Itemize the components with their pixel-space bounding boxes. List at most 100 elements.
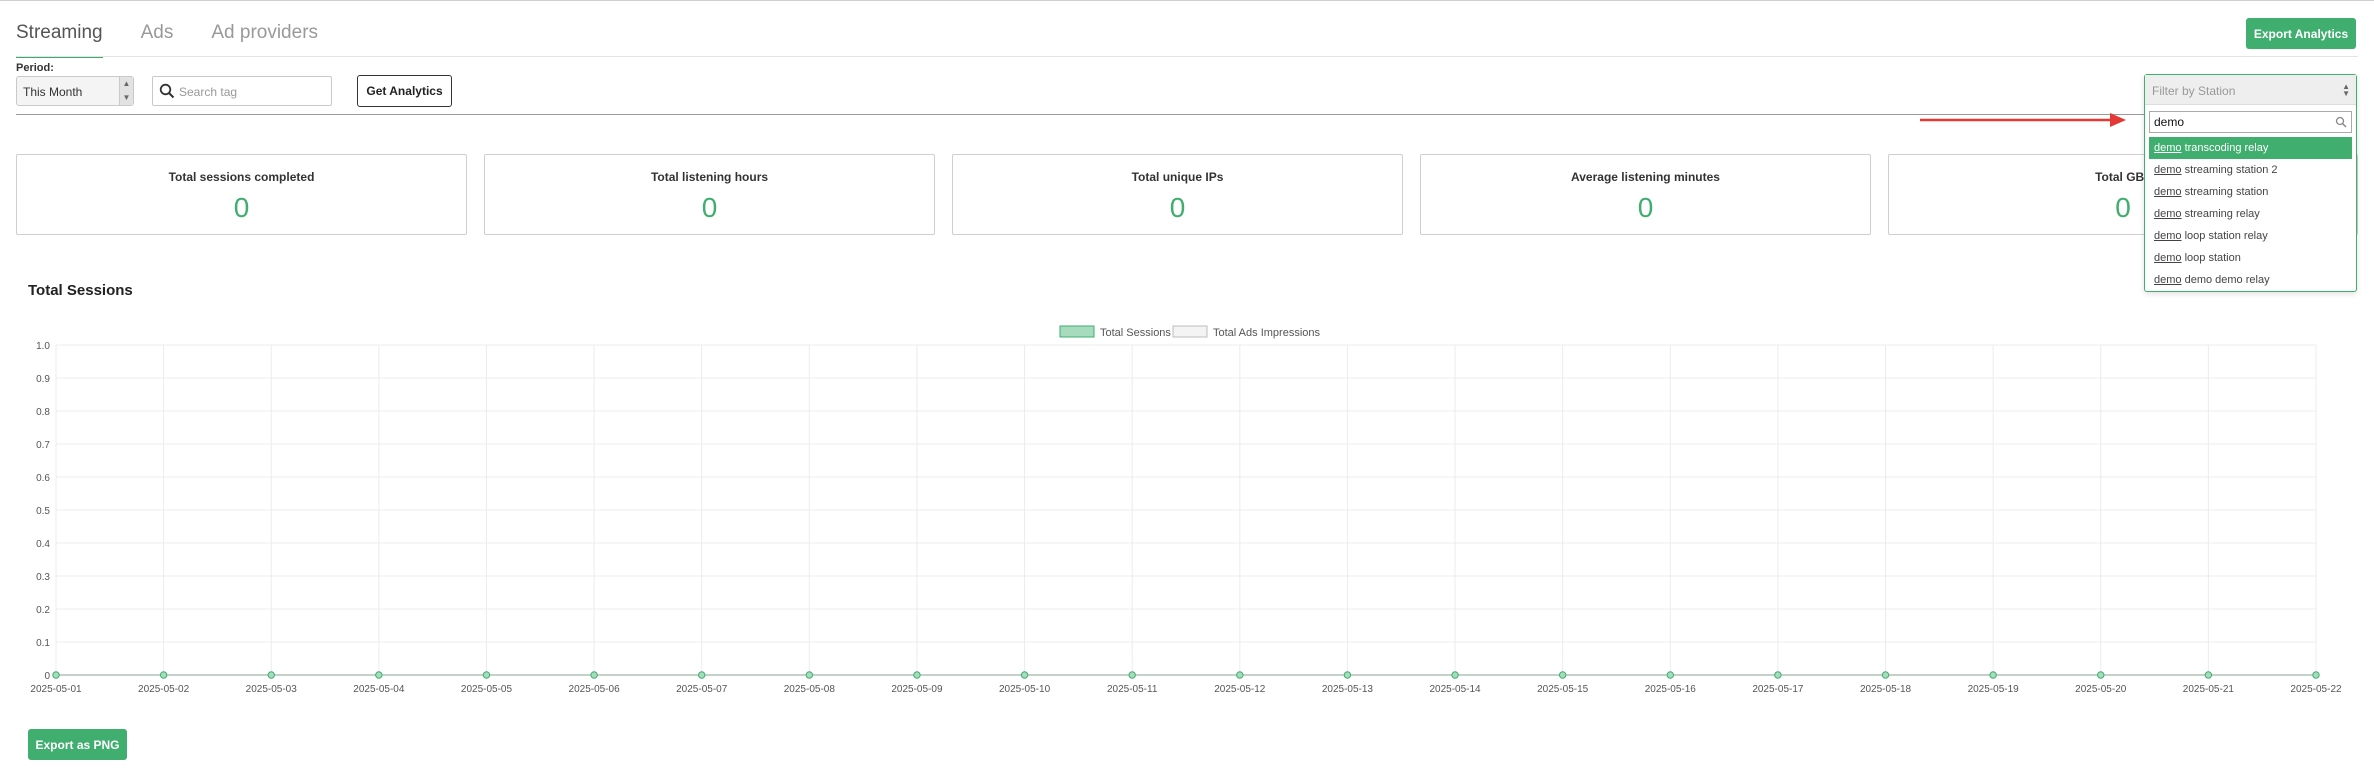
x-tick-label: 2025-05-10 [999,684,1051,695]
data-point [698,671,706,679]
y-tick-label: 0.1 [36,638,50,649]
option-rest: loop station [2181,252,2241,264]
station-filter-dropdown[interactable]: Filter by Station ▲▼ demo transcoding re… [2144,74,2357,292]
station-search-field[interactable] [2149,111,2352,133]
data-point [2204,671,2213,679]
x-tick-label: 2025-05-18 [1860,684,1912,695]
option-rest: streaming station 2 [2181,164,2278,176]
station-option[interactable]: demo loop station relay [2149,225,2352,247]
data-point [2097,671,2105,679]
select-arrows-icon: ▲ ▼ [119,77,133,105]
x-tick-label: 2025-05-03 [246,684,298,695]
data-point [2312,671,2320,679]
x-tick-label: 2025-05-02 [138,684,190,695]
tab-ad-providers[interactable]: Ad providers [211,14,318,58]
stat-card-hours: Total listening hours 0 [484,154,935,235]
x-tick-label: 2025-05-11 [1107,684,1158,695]
data-point [52,671,60,679]
tab-ads[interactable]: Ads [141,14,174,58]
y-tick-label: 0.7 [36,440,50,451]
export-analytics-button[interactable]: Export Analytics [2246,18,2356,49]
export-png-button[interactable]: Export as PNG [28,729,127,760]
data-point [590,671,598,679]
x-tick-label: 2025-05-12 [1214,684,1266,695]
stat-title: Total sessions completed [168,170,315,184]
station-option[interactable]: demo demo demo relay [2149,269,2352,291]
match-highlight: demo [2154,186,2182,198]
station-search-input[interactable] [2154,114,2334,130]
station-options-list: demo transcoding relay demo streaming st… [2149,137,2352,291]
red-arrow-annotation [1920,113,2126,127]
data-point [1774,671,1782,679]
stat-value: 0 [233,192,250,223]
legend-label: Total Ads Impressions [1213,327,1320,339]
x-tick-label: 2025-05-13 [1322,684,1374,695]
x-tick-label: 2025-05-07 [676,684,728,695]
search-tag-input[interactable] [179,81,327,103]
search-icon [2335,116,2347,128]
search-icon [159,83,175,99]
stat-card-unique-ips: Total unique IPs 0 [952,154,1403,235]
y-tick-label: 0.6 [36,473,50,484]
tab-bar: Streaming Ads Ad providers [16,14,356,58]
x-tick-label: 2025-05-20 [2075,684,2127,695]
station-option[interactable]: demo streaming station 2 [2149,159,2352,181]
get-analytics-button[interactable]: Get Analytics [357,75,452,107]
y-tick-label: 1.0 [36,341,50,352]
y-tick-label: 0.3 [36,572,50,583]
period-select-value: This Month [23,85,83,99]
option-rest: loop station relay [2181,230,2268,242]
period-select[interactable]: This Month ▲ ▼ [16,76,134,106]
x-tick-label: 2025-05-14 [1429,684,1481,695]
period-label: Period: [16,62,54,74]
station-option[interactable]: demo transcoding relay [2149,137,2352,159]
legend-label: Total Sessions [1100,327,1171,339]
tabs-divider [16,56,2358,57]
data-point [1666,671,1674,679]
filters-divider [16,114,2146,115]
data-point [1236,671,1244,679]
data-point [375,671,383,679]
y-tick-label: 0 [44,671,50,682]
station-option[interactable]: demo streaming station [2149,181,2352,203]
y-tick-label: 0.5 [36,506,50,517]
match-highlight: demo [2154,142,2182,154]
match-highlight: demo [2154,230,2182,242]
data-point [1558,671,1567,679]
station-option[interactable]: demo loop station [2149,247,2352,269]
option-rest: transcoding relay [2181,142,2269,154]
data-point [267,671,275,679]
data-point [1128,671,1136,679]
station-filter-select[interactable]: Filter by Station ▲ ▼ [2145,75,2356,105]
match-highlight: demo [2154,164,2182,176]
section-title: Total Sessions [28,282,133,299]
x-tick-label: 2025-05-09 [891,684,943,695]
stat-card-avg-minutes: Average listening minutes 0 [1420,154,1871,235]
station-filter-placeholder: Filter by Station [2152,84,2236,98]
match-highlight: demo [2154,274,2182,286]
data-point [913,671,921,679]
data-point [159,671,168,679]
option-rest: demo demo relay [2181,274,2270,286]
data-point [1020,671,1029,679]
x-tick-label: 2025-05-19 [1968,684,2020,695]
data-point [1451,671,1459,679]
stat-title: Total listening hours [650,170,769,184]
data-point [1343,671,1352,679]
y-tick-label: 0.4 [36,539,50,550]
tab-streaming[interactable]: Streaming [16,14,103,58]
search-tag-field[interactable] [152,76,332,106]
x-tick-label: 2025-05-22 [2290,684,2342,695]
x-tick-label: 2025-05-15 [1537,684,1589,695]
stat-title: Total unique IPs [1131,170,1224,184]
option-rest: streaming relay [2181,208,2260,220]
sessions-chart: 0 0.1 0.2 0.3 0.4 0.5 0.6 0.7 0.8 0.9 1.0 2025-05-0… [30,325,2342,695]
select-arrows-icon: ▲ ▼ [2342,82,2350,98]
legend-swatch [1172,325,1208,338]
x-tick-label: 2025-05-17 [1752,684,1804,695]
stat-card-sessions: Total sessions completed 0 [16,154,467,235]
data-point [482,671,491,679]
x-tick-label: 2025-05-04 [353,684,405,695]
station-option[interactable]: demo streaming relay [2149,203,2352,225]
stat-title: Average listening minutes [1571,170,1720,184]
